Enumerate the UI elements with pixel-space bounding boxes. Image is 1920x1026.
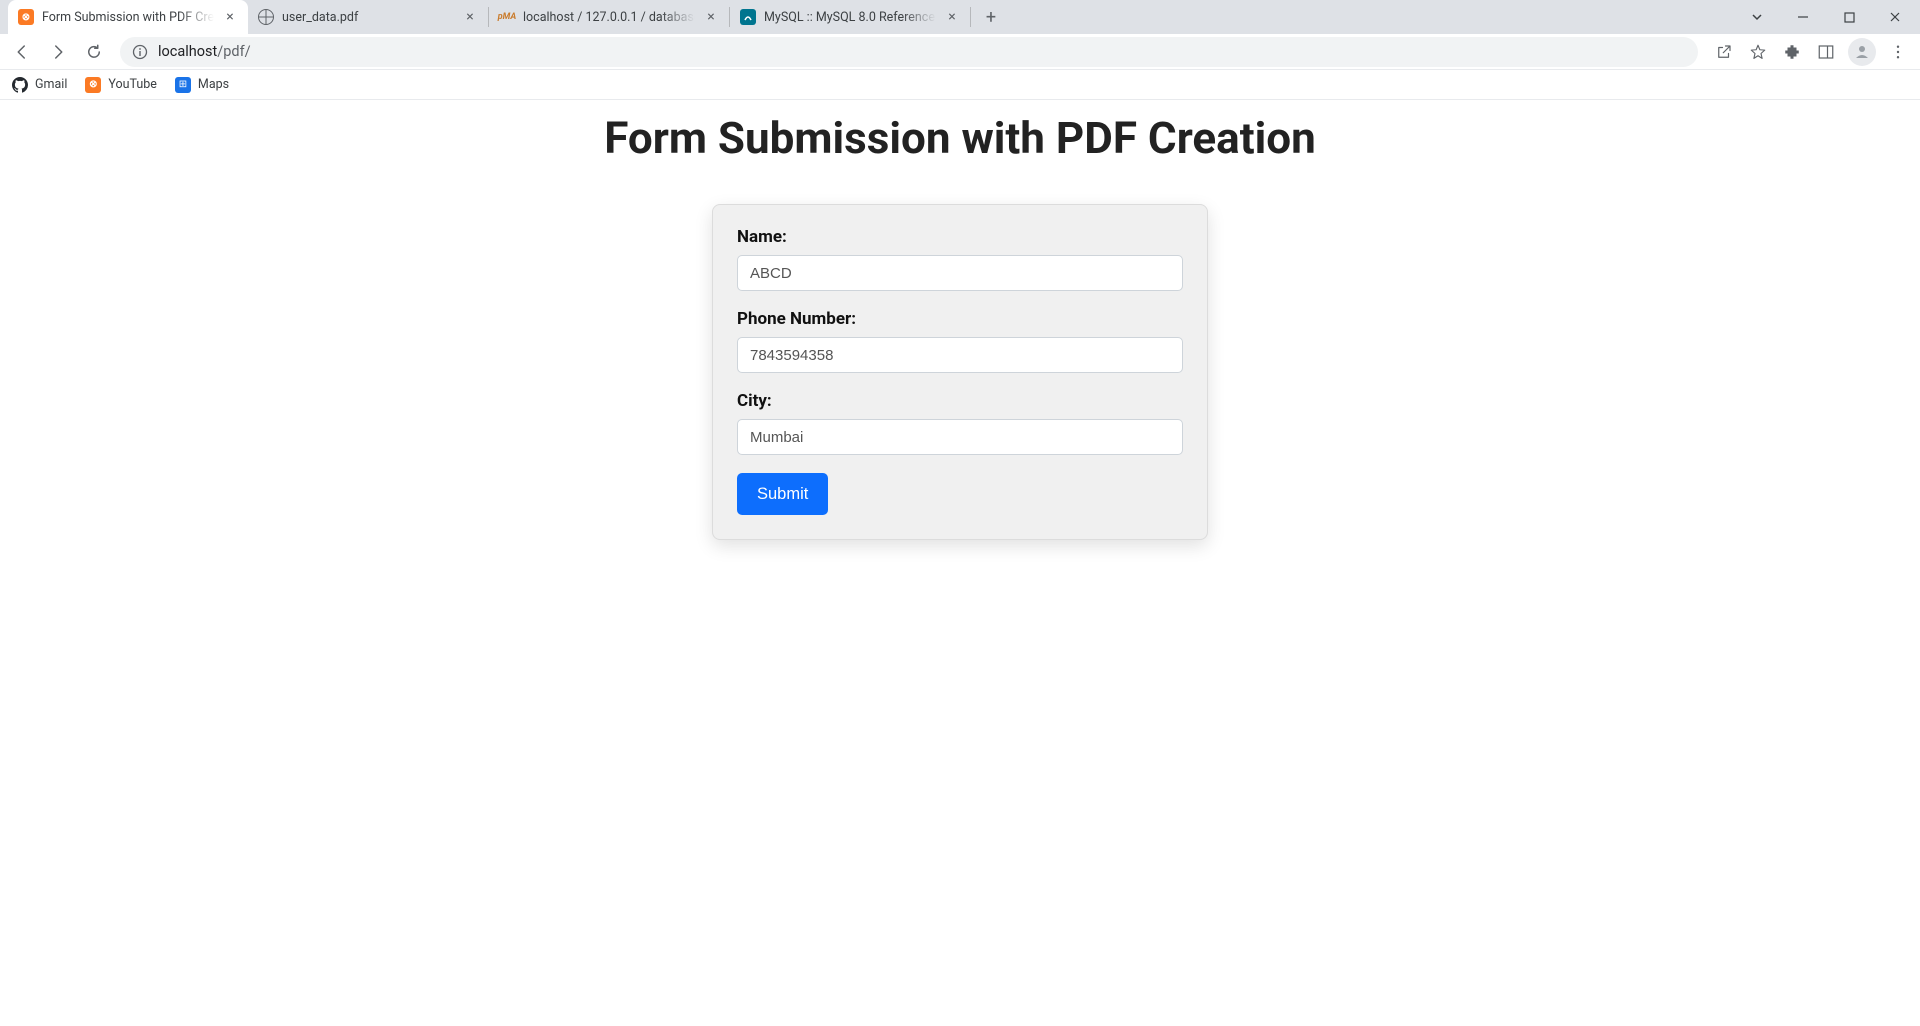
phpmyadmin-icon: pMA (499, 9, 515, 25)
window-controls (1734, 0, 1920, 34)
bookmark-youtube[interactable]: ⊗ YouTube (85, 77, 157, 93)
bookmark-star-icon[interactable] (1742, 36, 1774, 68)
name-input[interactable] (737, 255, 1183, 291)
close-icon[interactable]: × (703, 9, 719, 25)
extensions-icon[interactable] (1776, 36, 1808, 68)
name-label: Name: (737, 227, 1183, 247)
bookmark-gmail[interactable]: Gmail (12, 77, 67, 93)
url-path: /pdf/ (217, 43, 250, 60)
browser-tab[interactable]: MySQL :: MySQL 8.0 Reference M × (730, 0, 970, 34)
browser-tab[interactable]: user_data.pdf × (248, 0, 488, 34)
page-title: Form Submission with PDF Creation (0, 112, 1920, 164)
city-input[interactable] (737, 419, 1183, 455)
browser-toolbar: localhost/pdf/ (0, 34, 1920, 70)
tab-separator (970, 7, 971, 27)
toolbar-right (1708, 36, 1914, 68)
github-icon (12, 77, 28, 93)
menu-icon[interactable] (1882, 36, 1914, 68)
form-group-city: City: (737, 391, 1183, 455)
sidepanel-icon[interactable] (1810, 36, 1842, 68)
phone-label: Phone Number: (737, 309, 1183, 329)
chevron-down-icon[interactable] (1734, 0, 1780, 34)
form-card: Name: Phone Number: City: Submit (712, 204, 1208, 540)
mysql-icon (740, 9, 756, 25)
city-label: City: (737, 391, 1183, 411)
tab-title: Form Submission with PDF Creati (42, 10, 214, 25)
tab-title: localhost / 127.0.0.1 / database / (523, 10, 695, 25)
bookmarks-bar: Gmail ⊗ YouTube ⊞ Maps (0, 70, 1920, 100)
forward-button[interactable] (42, 36, 74, 68)
close-icon[interactable]: × (462, 9, 478, 25)
maps-icon: ⊞ (175, 77, 191, 93)
form-group-phone: Phone Number: (737, 309, 1183, 373)
close-icon[interactable]: × (222, 9, 238, 25)
globe-icon (258, 9, 274, 25)
url-text: localhost/pdf/ (158, 43, 251, 60)
site-info-icon[interactable] (132, 44, 148, 60)
address-bar[interactable]: localhost/pdf/ (120, 37, 1698, 67)
browser-tab[interactable]: ⊗ Form Submission with PDF Creati × (8, 0, 248, 34)
reload-button[interactable] (78, 36, 110, 68)
tab-title: MySQL :: MySQL 8.0 Reference M (764, 10, 936, 25)
url-host: localhost (158, 43, 217, 60)
page-content: Form Submission with PDF Creation Name: … (0, 100, 1920, 540)
tab-title: user_data.pdf (282, 10, 454, 25)
maximize-button[interactable] (1826, 0, 1872, 34)
xampp-icon: ⊗ (18, 9, 34, 25)
bookmark-label: Maps (198, 77, 229, 92)
bookmark-label: Gmail (35, 77, 67, 92)
browser-tab[interactable]: pMA localhost / 127.0.0.1 / database / × (489, 0, 729, 34)
phone-input[interactable] (737, 337, 1183, 373)
minimize-button[interactable] (1780, 0, 1826, 34)
bookmark-maps[interactable]: ⊞ Maps (175, 77, 229, 93)
window-close-button[interactable] (1872, 0, 1918, 34)
share-icon[interactable] (1708, 36, 1740, 68)
youtube-icon: ⊗ (85, 77, 101, 93)
new-tab-button[interactable]: + (977, 3, 1005, 31)
submit-button[interactable]: Submit (737, 473, 828, 515)
close-icon[interactable]: × (944, 9, 960, 25)
form-group-name: Name: (737, 227, 1183, 291)
back-button[interactable] (6, 36, 38, 68)
profile-avatar-icon[interactable] (1848, 38, 1876, 66)
bookmark-label: YouTube (108, 77, 157, 92)
browser-tab-strip: ⊗ Form Submission with PDF Creati × user… (0, 0, 1920, 34)
